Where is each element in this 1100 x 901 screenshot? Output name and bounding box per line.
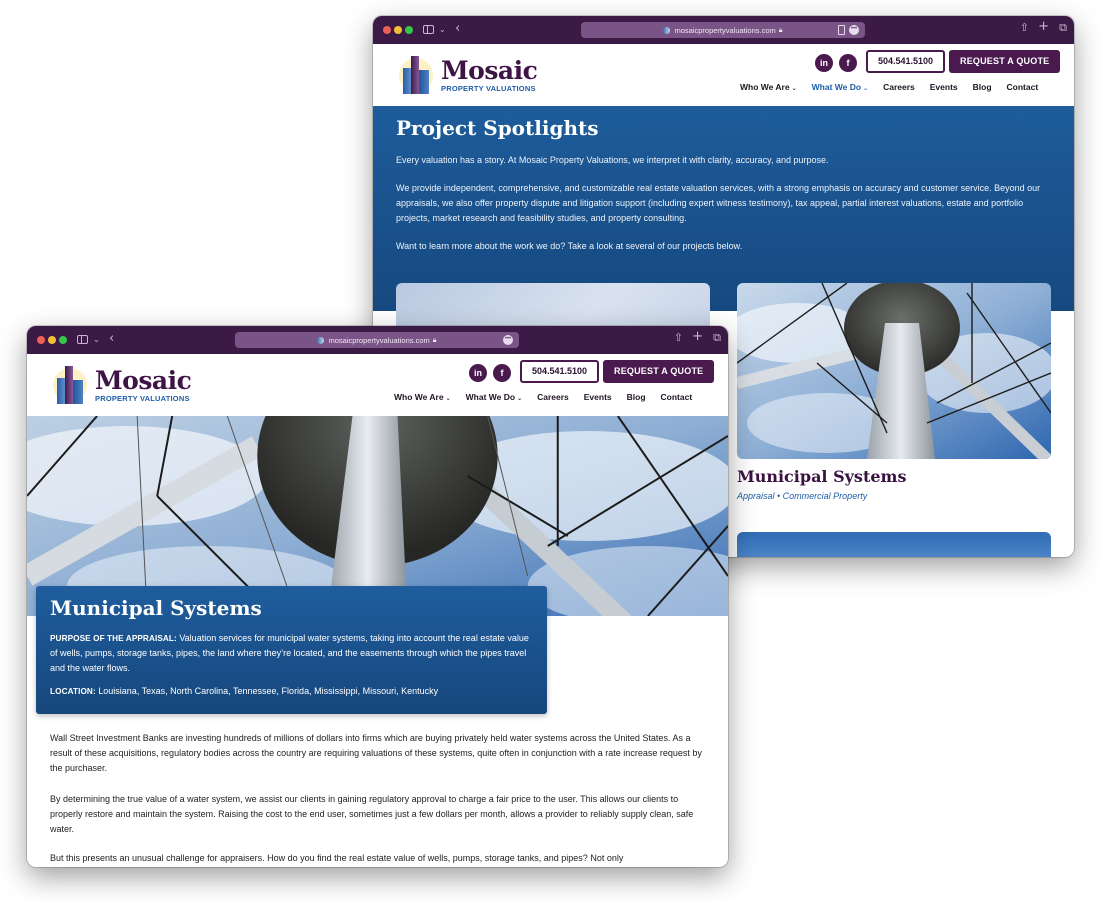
share-icon[interactable]: ⇧	[1020, 21, 1029, 34]
back-arrow-icon[interactable]: ‹	[109, 331, 114, 346]
purpose-paragraph: PURPOSE OF THE APPRAISAL: Valuation serv…	[50, 631, 535, 676]
location-paragraph: LOCATION: Louisiana, Texas, North Caroli…	[50, 684, 535, 699]
logo-name: Mosaic	[95, 365, 192, 395]
chevron-down-icon[interactable]: ⌄	[439, 25, 446, 34]
nav-blog[interactable]: Blog	[973, 82, 992, 92]
lock-icon: 🔒︎	[778, 25, 783, 34]
new-tab-icon[interactable]: +	[692, 329, 703, 344]
body-paragraph: But this presents an unusual challenge f…	[50, 853, 624, 863]
url-text: mosaicpropertyvaluations.com	[674, 25, 776, 35]
facebook-icon[interactable]: f	[493, 364, 511, 382]
linkedin-icon[interactable]: in	[815, 54, 833, 72]
phone-button[interactable]: 504.541.5100	[520, 360, 600, 383]
new-tab-icon[interactable]: +	[1038, 19, 1049, 34]
site-favicon-icon	[317, 336, 325, 344]
chevron-down-icon: ⌄	[445, 395, 451, 402]
project-info-box: Municipal Systems PURPOSE OF THE APPRAIS…	[36, 586, 547, 714]
main-nav: Who We Are ⌄ What We Do ⌄ Careers Events B…	[379, 392, 692, 402]
minimize-window-button[interactable]	[48, 336, 56, 344]
logo-tagline: PROPERTY VALUATIONS	[441, 83, 536, 93]
logo-buildings-icon	[51, 362, 89, 408]
nav-contact[interactable]: Contact	[661, 392, 693, 402]
nav-what-we-do[interactable]: What We Do ⌄	[466, 392, 522, 402]
more-icon[interactable]: •••	[503, 335, 513, 345]
nav-who-we-are[interactable]: Who We Are ⌄	[394, 392, 451, 402]
nav-blog[interactable]: Blog	[627, 392, 646, 402]
phone-button[interactable]: 504.541.5100	[866, 50, 946, 73]
browser-toolbar: ⌄ ‹ mosaicpropertyvaluations.com 🔒︎ ••• …	[27, 326, 728, 354]
request-quote-button[interactable]: REQUEST A QUOTE	[949, 50, 1061, 73]
nav-events[interactable]: Events	[584, 392, 612, 402]
zoom-window-button[interactable]	[59, 336, 67, 344]
site-logo[interactable]: Mosaic PROPERTY VALUATIONS	[51, 362, 192, 408]
chevron-down-icon[interactable]: ⌄	[93, 335, 100, 344]
facebook-icon[interactable]: f	[839, 54, 857, 72]
browser-window-front: ⌄ ‹ mosaicpropertyvaluations.com 🔒︎ ••• …	[27, 326, 728, 867]
project-card-image-next[interactable]	[737, 532, 1051, 557]
purpose-label: PURPOSE OF THE APPRAISAL:	[50, 634, 177, 643]
body-paragraph: Wall Street Investment Banks are investi…	[50, 733, 702, 773]
body-paragraph: By determining the true value of a water…	[50, 794, 694, 834]
nav-events[interactable]: Events	[930, 82, 958, 92]
tabs-overview-icon[interactable]: ⧉	[713, 331, 721, 345]
site-header: Mosaic PROPERTY VALUATIONS in f 504.541.…	[373, 44, 1074, 106]
minimize-window-button[interactable]	[394, 26, 402, 34]
location-text: Louisiana, Texas, North Carolina, Tennes…	[95, 686, 439, 696]
logo-name: Mosaic	[441, 55, 538, 85]
services-paragraph: We provide independent, comprehensive, a…	[396, 183, 1041, 223]
site-logo[interactable]: Mosaic PROPERTY VALUATIONS	[397, 52, 538, 98]
share-icon[interactable]: ⇧	[674, 331, 683, 344]
site-favicon-icon	[663, 26, 671, 34]
project-card-title[interactable]: Municipal Systems	[737, 467, 906, 486]
chevron-down-icon: ⌄	[863, 85, 869, 92]
logo-tagline: PROPERTY VALUATIONS	[95, 393, 190, 403]
project-card-image-water-tower[interactable]	[737, 283, 1051, 459]
nav-who-we-are[interactable]: Who We Are ⌄	[740, 82, 797, 92]
nav-careers[interactable]: Careers	[537, 392, 569, 402]
tabs-overview-icon[interactable]: ⧉	[1059, 21, 1067, 35]
nav-contact[interactable]: Contact	[1007, 82, 1039, 92]
back-arrow-icon[interactable]: ‹	[455, 21, 460, 36]
browser-toolbar: ⌄ ‹ mosaicpropertyvaluations.com 🔒︎ ••• …	[373, 16, 1074, 44]
chevron-down-icon: ⌄	[791, 85, 797, 92]
nav-careers[interactable]: Careers	[883, 82, 915, 92]
close-window-button[interactable]	[383, 26, 391, 34]
nav-what-we-do[interactable]: What We Do ⌄	[812, 82, 868, 92]
zoom-window-button[interactable]	[405, 26, 413, 34]
site-header: Mosaic PROPERTY VALUATIONS in f 504.541.…	[27, 354, 728, 416]
sidebar-toggle-icon[interactable]	[77, 335, 88, 344]
project-card-tags: Appraisal • Commercial Property	[737, 491, 868, 501]
request-quote-button[interactable]: REQUEST A QUOTE	[603, 360, 715, 383]
location-label: LOCATION:	[50, 687, 96, 696]
linkedin-icon[interactable]: in	[469, 364, 487, 382]
lock-icon: 🔒︎	[432, 335, 437, 344]
chevron-down-icon: ⌄	[517, 395, 523, 402]
cta-paragraph: Want to learn more about the work we do?…	[396, 241, 743, 251]
address-bar[interactable]: mosaicpropertyvaluations.com 🔒︎ •••	[581, 22, 865, 38]
url-text: mosaicpropertyvaluations.com	[328, 335, 430, 345]
intro-paragraph: Every valuation has a story. At Mosaic P…	[396, 155, 829, 165]
main-nav: Who We Are ⌄ What We Do ⌄ Careers Events B…	[725, 82, 1038, 92]
more-icon[interactable]: •••	[849, 25, 859, 35]
page-title: Project Spotlights	[396, 116, 599, 140]
reader-icon[interactable]	[838, 25, 845, 35]
close-window-button[interactable]	[37, 336, 45, 344]
address-bar[interactable]: mosaicpropertyvaluations.com 🔒︎ •••	[235, 332, 519, 348]
sidebar-toggle-icon[interactable]	[423, 25, 434, 34]
logo-buildings-icon	[397, 52, 435, 98]
project-title: Municipal Systems	[50, 596, 262, 620]
